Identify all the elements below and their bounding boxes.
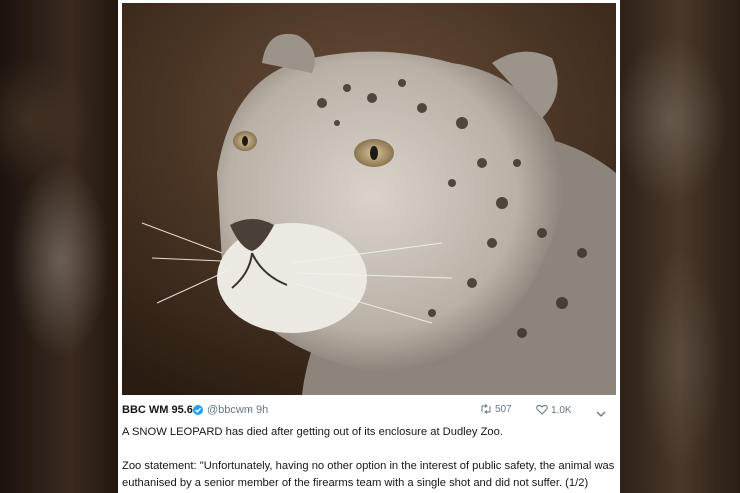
background-blur-right [620,0,740,493]
more-options-button[interactable] [596,405,606,423]
separator-dot: · [248,404,252,416]
retweet-count: 507 [495,404,512,415]
tweet-text-line2: Zoo statement: "Unfortunately, having no… [122,460,615,489]
background-blur-left [0,0,118,493]
retweet-icon [481,404,491,414]
like-count: 1.0K [551,405,572,416]
account-handle[interactable]: @bbcwm [207,404,253,416]
tweet-timestamp[interactable]: 9h [256,404,268,416]
tweet-photo[interactable] [122,3,616,395]
tweet-card: BBC WM 95.6 @bbcwm · 9h 507 1.0K A SNOW … [118,0,620,493]
verified-badge-icon [193,405,203,415]
like-button[interactable]: 1.0K [536,404,572,418]
tweet-content: BBC WM 95.6 @bbcwm · 9h 507 1.0K A SNOW … [122,398,616,493]
retweet-button[interactable]: 507 [480,404,512,418]
tweet-header: BBC WM 95.6 @bbcwm · 9h 507 1.0K [122,404,616,420]
heart-icon [536,404,548,415]
tweet-text-line1: A SNOW LEOPARD has died after getting ou… [122,426,503,438]
account-name[interactable]: BBC WM 95.6 [122,404,193,416]
chevron-down-icon [596,411,606,417]
snow-leopard-image [122,3,616,395]
